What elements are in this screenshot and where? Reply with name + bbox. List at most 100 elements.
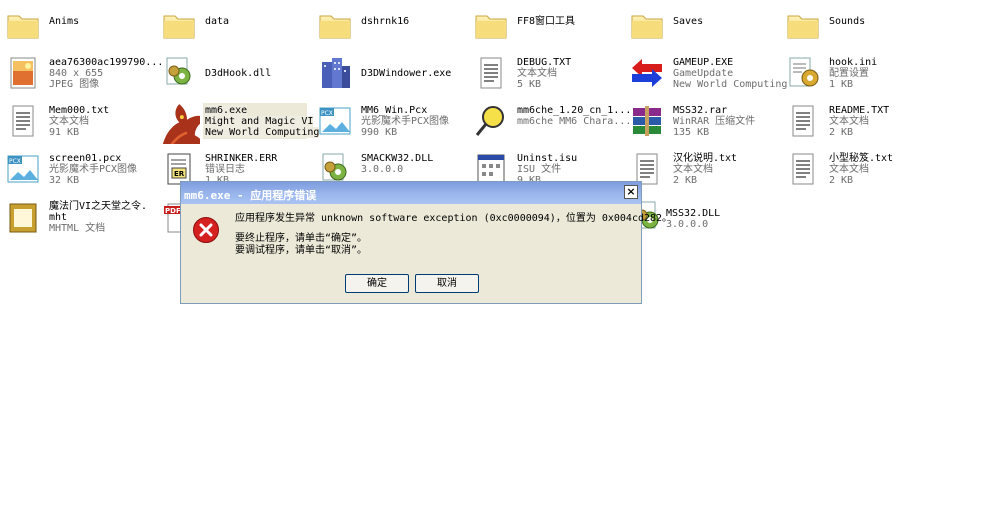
text-document-icon [480,57,502,89]
cancel-button[interactable]: 取消 [415,274,479,293]
file-item-readme[interactable]: README.TXT 文本文档 2 KB [780,98,936,144]
pcx-image-icon: PCX [319,107,351,135]
file-item-mss32-rar[interactable]: MSS32.rar WinRAR 压缩文件 135 KB [624,98,780,144]
file-name: GAMEUP.EXE [673,57,734,68]
file-item-mm6-exe[interactable]: mm6.exe Might and Magic VI New World Com… [156,98,320,144]
file-name: README.TXT [829,105,890,116]
file-name: 魔法门VI之天堂之令. [49,201,148,212]
file-item-hook-ini[interactable]: hook.ini 配置设置 1 KB [780,50,936,96]
file-item-screen01-pcx[interactable]: PCX screen01.pcx 光影魔术手PCX图像 32 KB [0,146,156,192]
file-size: 2 KB [673,175,698,186]
file-size: 1 KB [829,79,854,90]
file-name: D3dHook.dll [205,68,272,79]
file-size: 990 KB [361,127,398,138]
message-line-debug: 要调试程序，请单击“取消”。 [235,245,368,256]
file-name: SHRINKER.ERR [205,153,278,164]
file-type: 文本文档 [49,116,89,127]
file-item-sounds[interactable]: Sounds [780,2,936,48]
building-exe-icon [322,58,350,88]
file-type: MHTML 文档 [49,223,106,234]
file-size: 91 KB [49,127,80,138]
file-item-debug-txt[interactable]: DEBUG.TXT 文本文档 5 KB [468,50,624,96]
file-name: FF8窗口工具 [517,16,576,27]
text-document-icon [792,153,814,185]
file-type: 光影魔术手PCX图像 [49,164,138,175]
file-detail: 840 x 655 [49,68,104,79]
winrar-archive-icon [633,106,661,136]
file-item-ff8-tools[interactable]: FF8窗口工具 [468,2,624,48]
file-size: 2 KB [829,127,854,138]
file-type: ISU 文件 [517,164,562,175]
text-document-icon [792,105,814,137]
file-size: 32 KB [49,175,80,186]
file-item-d3dwindower[interactable]: D3DWindower.exe [312,50,468,96]
mhtml-document-icon [9,203,37,233]
file-name: Saves [673,16,704,27]
jpeg-image-icon [10,57,36,89]
folder-icon [319,15,351,39]
close-button[interactable]: × [624,185,638,199]
file-name: Uninst.isu [517,153,578,164]
ok-button[interactable]: 确定 [345,274,409,293]
file-item-hanhua-shuoming[interactable]: 汉化说明.txt 文本文档 2 KB [624,146,780,192]
file-name: 汉化说明.txt [673,153,738,164]
file-name: aea76300ac199790... [49,57,164,68]
file-name: MSS32.rar [673,105,728,116]
file-name: D3DWindower.exe [361,68,452,79]
svg-text:PCX: PCX [9,158,21,165]
file-item-xiaoxing-miji[interactable]: 小型秘笈.txt 文本文档 2 KB [780,146,936,192]
file-item-mm6-win-pcx[interactable]: PCX MM6_Win.Pcx 光影魔术手PCX图像 990 KB [312,98,468,144]
file-name: hook.ini [829,57,878,68]
error-dialog: mm6.exe - 应用程序错误 × 应用程序发生异常 unknown soft… [180,181,672,304]
file-item-d3dhook-dll[interactable]: D3dHook.dll [156,50,312,96]
dialog-titlebar[interactable]: mm6.exe - 应用程序错误 × [181,182,641,204]
file-size: 2 KB [829,175,854,186]
file-type: 错误日志 [205,164,245,175]
file-name: mm6.exe [205,105,248,116]
dragon-icon [162,104,200,144]
folder-icon [163,15,195,39]
file-item-anims[interactable]: Anims [0,2,156,48]
file-type: 文本文档 [673,164,713,175]
file-item-saves[interactable]: Saves [624,2,780,48]
file-item-gameup[interactable]: GAMEUP.EXE GameUpdate New World Computin… [624,50,787,96]
message-line-exception: 应用程序发生异常 unknown software exception (0xc… [235,213,673,224]
file-item-mhtml[interactable]: 魔法门VI之天堂之令. mht MHTML 文档 [0,194,156,240]
file-company: New World Computing [673,79,788,90]
file-item-dshrnk16[interactable]: dshrnk16 [312,2,468,48]
file-name-ext: mht [49,212,68,223]
file-company: New World Computing [205,127,320,138]
file-item-data[interactable]: data [156,2,312,48]
file-name: dshrnk16 [361,16,410,27]
file-name: screen01.pcx [49,153,122,164]
file-name: SMACKW32.DLL [361,153,434,164]
folder-icon [475,15,507,39]
file-type: WinRAR 压缩文件 [673,116,756,127]
file-name: Mem000.txt [49,105,110,116]
file-version: 3.0.0.0 [666,219,709,230]
folder-icon [631,15,663,39]
folder-icon [787,15,819,39]
file-version: 3.0.0.0 [361,164,404,175]
magnifier-icon [475,106,504,136]
dll-gear-icon [166,57,191,85]
file-size: 135 KB [673,127,710,138]
file-detail: mm6che MM6 Chara... [517,116,632,127]
file-type: 文本文档 [829,116,869,127]
file-item-mem000[interactable]: Mem000.txt 文本文档 91 KB [0,98,156,144]
file-name: Anims [49,16,80,27]
file-item-jpeg[interactable]: aea76300ac199790... 840 x 655 JPEG 图像 [0,50,163,96]
file-item-mm6che[interactable]: mm6che_1.20_cn_1... mm6che MM6 Chara... [468,98,631,144]
svg-text:PDF: PDF [165,207,181,215]
file-type: JPEG 图像 [49,79,100,90]
file-name: MM6_Win.Pcx [361,105,428,116]
file-name: DEBUG.TXT [517,57,572,68]
pcx-image-icon: PCX [7,155,39,183]
folder-icon [7,15,39,39]
file-size: 5 KB [517,79,542,90]
file-name: MSS32.DLL [666,208,721,219]
file-type: 光影魔术手PCX图像 [361,116,450,127]
config-settings-icon [789,57,819,87]
message-line-terminate: 要终止程序，请单击“确定”。 [235,233,368,244]
red-blue-arrows-icon [632,59,662,87]
